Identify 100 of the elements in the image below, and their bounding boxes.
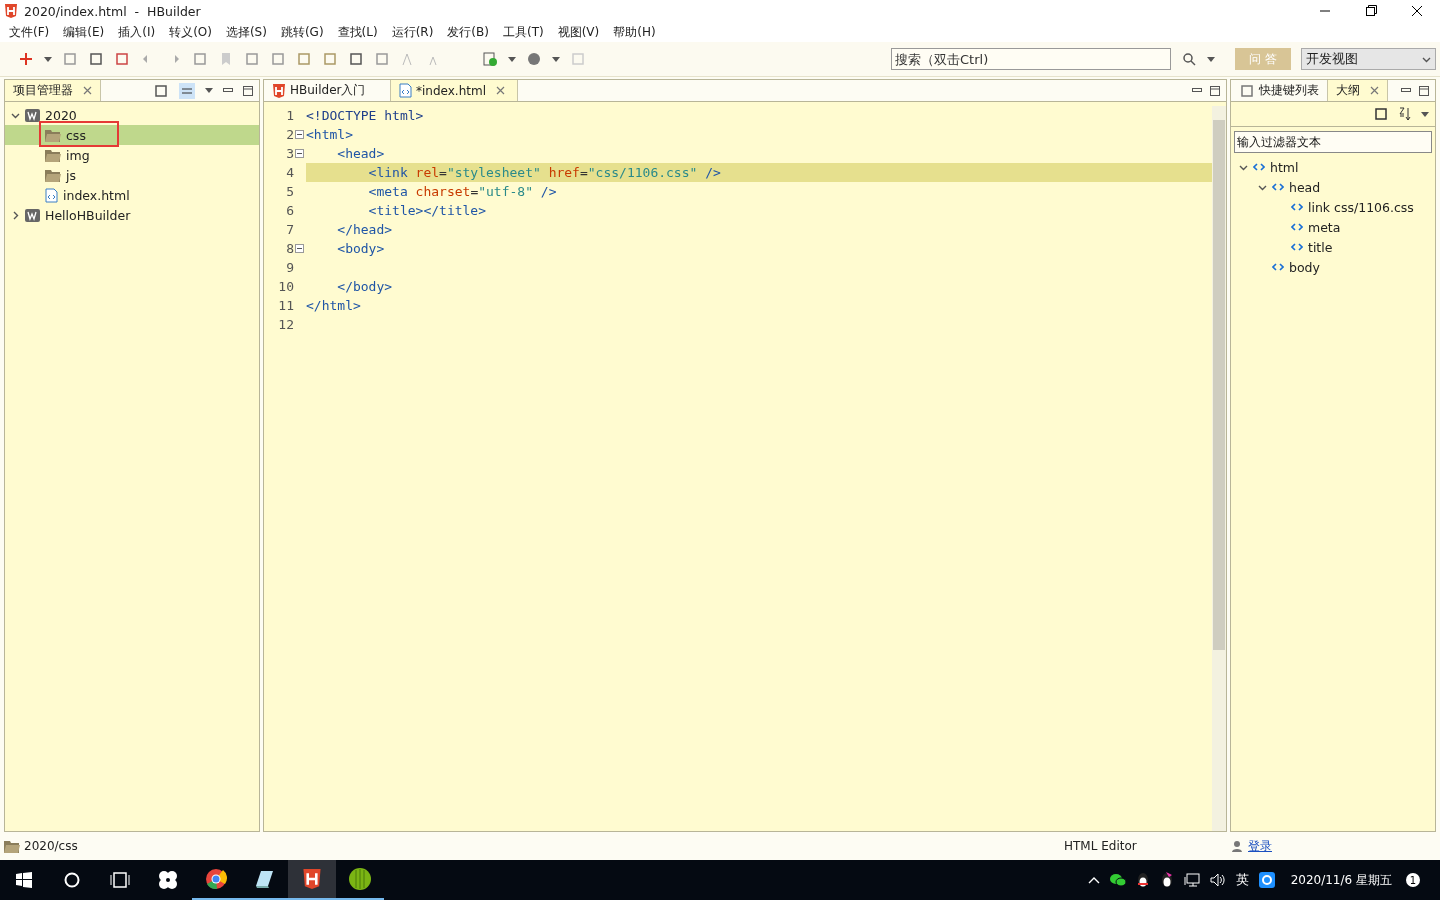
menu-item[interactable]: 工具(T) [495, 23, 551, 41]
search-field[interactable]: 搜索（双击Ctrl) [891, 48, 1171, 70]
line-number: 12 [277, 316, 294, 334]
speaker-icon[interactable] [1209, 873, 1226, 887]
outline-item[interactable]: meta [1231, 217, 1435, 237]
notepad-app-icon[interactable] [253, 868, 275, 890]
browser-icon[interactable] [205, 868, 227, 890]
panel-tab[interactable]: 项目管理器 [5, 80, 101, 101]
folder-icon [45, 148, 61, 162]
chevron-right-icon[interactable] [11, 210, 20, 220]
outline-item[interactable]: head [1231, 177, 1435, 197]
taskbar-date[interactable]: 2020/11/6 星期五 [1290, 871, 1392, 889]
code-line: </body> [336, 278, 394, 296]
outline-item[interactable]: link css/1106.css [1231, 197, 1435, 217]
code-line: </html> [306, 297, 362, 315]
line-number: 1 [285, 107, 294, 125]
tree-item[interactable]: js [5, 165, 259, 185]
network-icon[interactable] [1183, 873, 1200, 887]
line-number: 3 [285, 145, 294, 163]
tree-item[interactable]: 2020 [5, 105, 259, 125]
link-icon[interactable] [179, 82, 195, 99]
menu-item[interactable]: 发行(B) [440, 23, 496, 41]
folder-icon [45, 168, 61, 182]
menu-item[interactable]: 视图(V) [550, 23, 607, 41]
folder-icon [45, 128, 61, 142]
line-number: 4 [285, 164, 294, 182]
line-number: 10 [277, 278, 294, 296]
project-icon [25, 208, 40, 222]
code-line: <meta charset="utf-8" /> [367, 183, 558, 201]
chat-app-icon[interactable] [1258, 872, 1275, 888]
view-menu-icon[interactable] [205, 88, 213, 93]
menu-item[interactable]: 帮助(H) [606, 23, 663, 41]
line-number: 2 [285, 126, 294, 144]
element-icon [1272, 263, 1284, 271]
project-icon [25, 108, 40, 122]
minimize-icon[interactable] [1401, 87, 1411, 94]
hbuilder-app-icon [302, 869, 322, 889]
run-icon[interactable] [482, 51, 498, 67]
tree-item[interactable]: img [5, 145, 259, 165]
line-number: 8 [285, 240, 294, 258]
caret-icon[interactable] [508, 56, 516, 62]
fold-icon[interactable] [295, 244, 304, 253]
fold-icon[interactable] [295, 130, 304, 139]
user-icon [1232, 840, 1242, 852]
sort-icon[interactable] [1397, 106, 1413, 122]
maximize-icon[interactable] [1210, 85, 1220, 96]
tree-item[interactable]: HelloHBuilder [5, 205, 259, 225]
code-line: <head> [336, 145, 386, 163]
search-icon[interactable] [64, 872, 80, 888]
menu-item[interactable]: 选择(S) [218, 23, 274, 41]
maximize-icon[interactable] [1419, 85, 1429, 96]
outline-item[interactable]: html [1231, 157, 1435, 177]
html-file-icon [45, 187, 58, 203]
code-line: <body> [336, 240, 386, 258]
maximize-icon[interactable] [243, 85, 253, 96]
outline-item[interactable]: body [1231, 257, 1435, 277]
line-number: 5 [285, 183, 294, 201]
chat-icon[interactable] [1109, 873, 1126, 887]
fold-icon[interactable] [295, 149, 304, 158]
view-menu-icon[interactable] [1421, 111, 1429, 117]
hbuilder-logo-icon [272, 83, 286, 98]
menu-item[interactable]: 运行(R) [384, 23, 441, 41]
search-icon[interactable] [1181, 51, 1197, 67]
outline-item[interactable]: title [1231, 237, 1435, 257]
menu-item[interactable]: 查找(L) [330, 23, 385, 41]
windows-start-icon[interactable] [16, 872, 32, 888]
menu-item[interactable]: 转义(O) [162, 23, 219, 41]
penguin-icon[interactable] [1135, 872, 1150, 888]
caret-icon[interactable] [1207, 56, 1215, 62]
filter-field[interactable]: 输入过滤器文本 [1234, 131, 1432, 153]
menu-item[interactable]: 编辑(E) [56, 23, 112, 41]
chevron-up-icon[interactable] [1087, 876, 1100, 884]
menu-item[interactable]: 插入(I) [111, 23, 163, 41]
ime-indicator[interactable]: 英 [1235, 871, 1249, 889]
html-file-icon [399, 83, 412, 98]
minimize-icon[interactable] [223, 87, 233, 94]
perspective-select[interactable]: 开发视图 [1301, 48, 1436, 70]
pinwheel-app-icon[interactable] [157, 869, 179, 891]
window-title: 2020/index.html - HBuilder [24, 3, 202, 19]
code-line: <!DOCTYPE html> [306, 107, 425, 125]
menu-item[interactable]: 文件(F) [2, 23, 57, 41]
folder-icon [4, 839, 20, 853]
editor-tab[interactable]: *index.html [391, 80, 518, 101]
notification-badge[interactable]: 1 [1406, 873, 1420, 887]
element-icon [1291, 223, 1303, 231]
line-number: 6 [285, 202, 294, 220]
minimize-icon[interactable] [1192, 87, 1202, 94]
login-link[interactable]: 登录 [1248, 837, 1272, 855]
caret-icon[interactable] [44, 56, 52, 62]
ball-app-icon[interactable] [348, 867, 372, 891]
task-view-icon[interactable] [110, 872, 130, 888]
tree-item[interactable]: index.html [5, 185, 259, 205]
element-icon [1253, 163, 1265, 171]
menu-item[interactable]: 跳转(G) [273, 23, 331, 41]
panel-tab[interactable]: 大纲 [1328, 80, 1388, 101]
penguin-icon[interactable] [1159, 872, 1174, 888]
scrollbar-thumb[interactable] [1213, 120, 1225, 650]
caret-icon[interactable] [552, 56, 560, 62]
code-line: <title></title> [367, 202, 487, 220]
plus-icon[interactable] [18, 51, 34, 67]
